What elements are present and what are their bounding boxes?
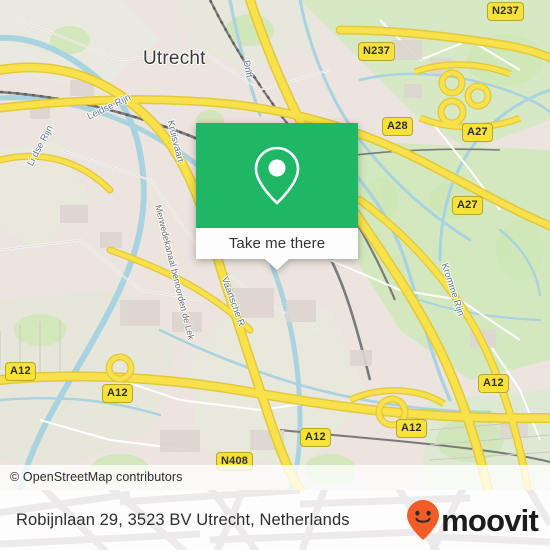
footer-bar: Robijnlaan 29, 3523 BV Utrecht, Netherla… xyxy=(0,490,550,550)
callout-header xyxy=(196,123,358,228)
take-me-there-button[interactable]: Take me there xyxy=(196,228,358,259)
screenshot-root: Utrecht Leidse Rijn Li dse Rijn Kruisvaart… xyxy=(0,0,550,550)
highway-shield: A27 xyxy=(452,196,483,215)
callout-pointer xyxy=(265,259,289,270)
map-pin-icon xyxy=(254,146,300,205)
highway-shield: A12 xyxy=(5,362,36,381)
smiling-pin-icon xyxy=(407,500,440,540)
highway-shield: A27 xyxy=(462,123,493,142)
highway-shield: A12 xyxy=(396,419,427,438)
highway-shield: N237 xyxy=(358,42,396,61)
take-me-there-label: Take me there xyxy=(228,235,326,252)
highway-shield: A12 xyxy=(300,428,331,447)
map-attribution[interactable]: © OpenStreetMap contributors xyxy=(0,465,550,490)
highway-shield: A12 xyxy=(102,384,133,403)
highway-shield: N237 xyxy=(487,2,525,21)
moovit-logo[interactable]: moovit xyxy=(406,499,539,541)
highway-shield: A12 xyxy=(478,374,509,393)
moovit-wordmark: moovit xyxy=(441,502,539,538)
map-callout-card[interactable]: Take me there xyxy=(196,123,358,270)
highway-shield: A28 xyxy=(382,117,413,136)
footer-address: Robijnlaan 29, 3523 BV Utrecht, Netherla… xyxy=(16,510,350,529)
